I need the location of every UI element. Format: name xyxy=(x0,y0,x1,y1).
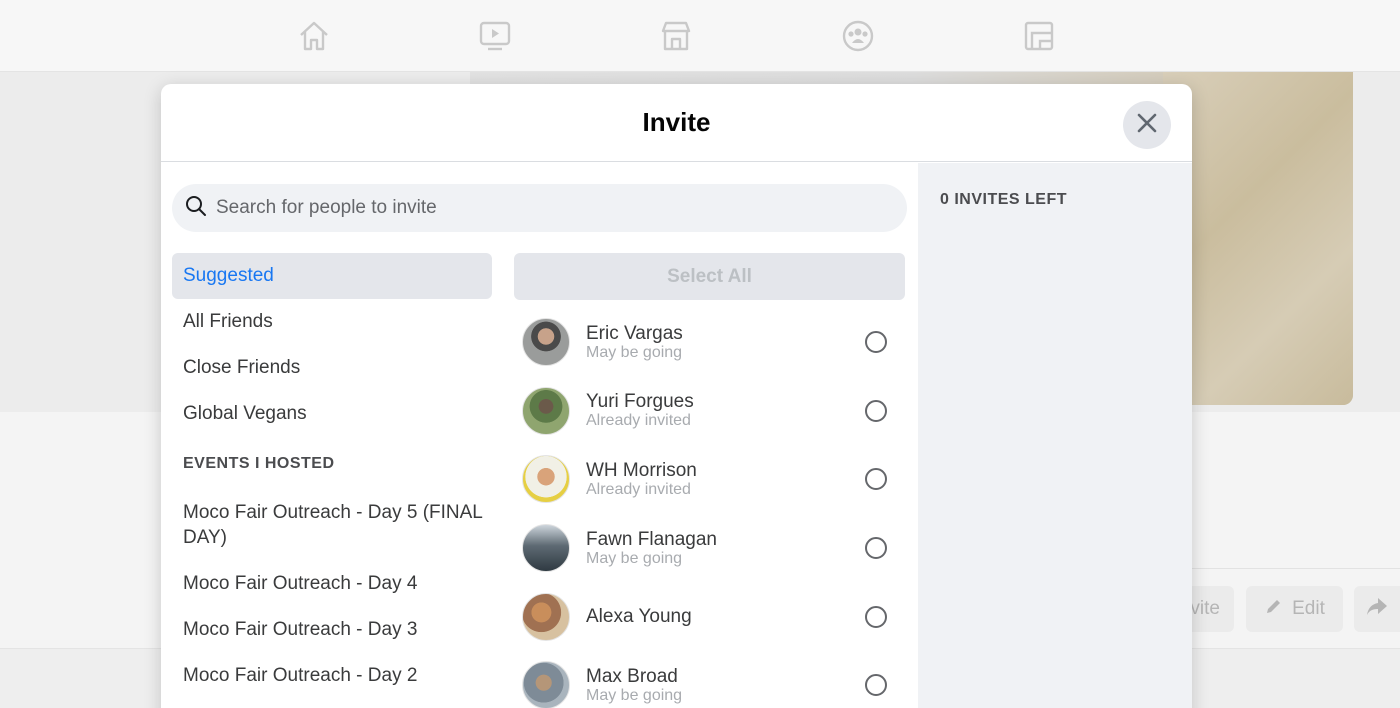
friend-list: Eric Vargas May be going Yuri Forgues Alre… xyxy=(514,308,905,708)
share-button[interactable] xyxy=(1354,586,1400,632)
friend-name: WH Morrison xyxy=(586,459,697,481)
friend-row[interactable]: Fawn Flanagan May be going xyxy=(514,514,905,583)
close-icon xyxy=(1135,111,1159,140)
friend-row[interactable]: Yuri Forgues Already invited xyxy=(514,377,905,446)
friend-name: Yuri Forgues xyxy=(586,391,694,413)
divider xyxy=(1190,568,1400,569)
event-item[interactable]: Moco Fair Outreach - Day 4 xyxy=(172,562,492,605)
friend-row[interactable]: Alexa Young xyxy=(514,582,905,651)
search-input[interactable] xyxy=(216,197,896,219)
groups-icon[interactable] xyxy=(840,18,876,54)
friend-name: Fawn Flanagan xyxy=(586,528,717,550)
pencil-icon xyxy=(1264,596,1284,622)
event-item[interactable]: Moco Fair Outreach - Day 2 xyxy=(172,654,492,697)
friend-status: May be going xyxy=(586,686,683,704)
avatar xyxy=(522,386,570,435)
avatar xyxy=(522,592,570,641)
watch-icon[interactable] xyxy=(477,18,513,54)
edit-button[interactable]: Edit xyxy=(1246,586,1343,632)
select-radio[interactable] xyxy=(865,331,887,354)
select-radio[interactable] xyxy=(865,468,887,491)
friend-row[interactable]: WH Morrison Already invited xyxy=(514,445,905,514)
avatar xyxy=(522,318,570,367)
dialog-header: Invite xyxy=(161,84,1192,162)
invites-left-label: 0 INVITES LEFT xyxy=(940,191,1068,208)
friend-name: Eric Vargas xyxy=(586,322,683,344)
invite-lists: Suggested All Friends Close Friends Glob… xyxy=(172,253,492,697)
event-item[interactable]: Moco Fair Outreach - Day 3 xyxy=(172,608,492,651)
gaming-icon[interactable] xyxy=(1021,18,1057,54)
search-bar[interactable] xyxy=(172,184,907,232)
top-navigation-bar xyxy=(0,0,1400,72)
dialog-title: Invite xyxy=(642,107,711,137)
list-item-close-friends[interactable]: Close Friends xyxy=(172,345,492,391)
list-item-all-friends[interactable]: All Friends xyxy=(172,299,492,345)
list-item-global-vegans[interactable]: Global Vegans xyxy=(172,391,492,437)
friend-status: Already invited xyxy=(586,412,691,430)
search-icon xyxy=(185,195,207,222)
avatar xyxy=(522,455,570,504)
close-button[interactable] xyxy=(1123,101,1171,149)
friend-row[interactable]: Eric Vargas May be going xyxy=(514,308,905,377)
event-item[interactable]: Moco Fair Outreach - Day 5 (FINAL DAY) xyxy=(172,491,492,559)
select-radio[interactable] xyxy=(865,537,887,560)
marketplace-icon[interactable] xyxy=(658,18,694,54)
friend-row[interactable]: Max Broad May be going xyxy=(514,651,905,708)
invite-dialog: Invite Suggested All Friends Close Frien… xyxy=(161,84,1192,708)
friend-status: Already invited xyxy=(586,480,691,498)
share-icon xyxy=(1366,595,1388,623)
friend-status: May be going xyxy=(586,343,683,361)
select-radio[interactable] xyxy=(865,674,887,697)
avatar xyxy=(522,524,570,573)
events-section-header: EVENTS I HOSTED xyxy=(183,455,335,472)
list-item-suggested[interactable]: Suggested xyxy=(172,253,492,299)
select-radio[interactable] xyxy=(865,605,887,628)
friend-name: Alexa Young xyxy=(586,605,692,627)
selected-invitees-panel: 0 INVITES LEFT xyxy=(918,163,1192,708)
edit-button-label: Edit xyxy=(1292,598,1325,619)
friend-name: Max Broad xyxy=(586,665,678,687)
select-all-button[interactable]: Select All xyxy=(514,253,905,300)
select-radio[interactable] xyxy=(865,399,887,422)
friend-status: May be going xyxy=(586,549,683,567)
avatar xyxy=(522,661,570,708)
home-icon[interactable] xyxy=(296,18,332,54)
